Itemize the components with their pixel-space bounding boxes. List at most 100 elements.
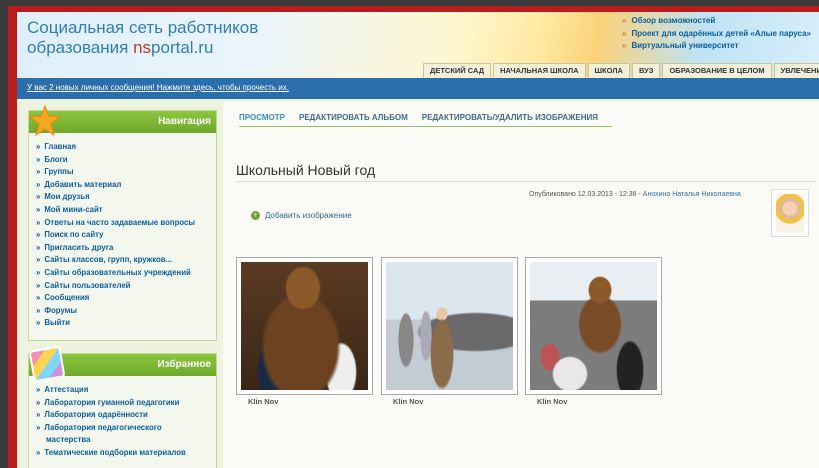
- site-title[interactable]: Социальная сеть работников образования n…: [27, 18, 258, 58]
- bullet-icon: »: [622, 16, 627, 25]
- bullet-icon: »: [36, 192, 41, 202]
- nav-item-groups[interactable]: » Группы: [36, 166, 216, 179]
- tab-hobbies[interactable]: УВЛЕЧЕНИЯ: [773, 63, 819, 79]
- fav-item-thematic-collections[interactable]: » Тематические подборки материалов: [36, 447, 216, 460]
- bullet-icon: »: [36, 267, 41, 277]
- avatar-image: [776, 194, 804, 232]
- top-link-label: Проект для одарённых детей «Алые паруса»: [631, 28, 811, 38]
- bullet-icon: »: [36, 204, 41, 214]
- top-link-overview[interactable]: » Обзор возможностей: [622, 15, 811, 28]
- nav-item-my-friends[interactable]: » Мои друзья: [36, 191, 216, 204]
- fav-item-label: Лаборатория педагогического: [44, 422, 162, 432]
- tab-edit-album[interactable]: РЕДАКТИРОВАТЬ АЛЬБОМ: [299, 110, 408, 126]
- author-link[interactable]: Анохина Наталья Николаевна: [643, 191, 741, 198]
- bullet-icon: »: [36, 217, 41, 227]
- tab-education-general[interactable]: ОБРАЗОВАНИЕ В ЦЕЛОМ: [662, 63, 772, 79]
- bullet-icon: »: [36, 167, 41, 177]
- top-link-virtual-university[interactable]: » Виртуальный университет: [622, 40, 811, 53]
- favorites-panel-header: Избранное: [28, 345, 216, 383]
- fav-item-label: Лаборатория гуманной педагогики: [44, 397, 180, 407]
- photo-image: [386, 262, 513, 390]
- add-image-label: Добавить изображение: [265, 211, 352, 220]
- publish-date: Опубликовано 12.03.2013 - 12:36 -: [529, 191, 643, 198]
- tab-kindergarten[interactable]: ДЕТСКИЙ САД: [423, 63, 492, 79]
- album-tabs: ПРОСМОТР РЕДАКТИРОВАТЬ АЛЬБОМ РЕДАКТИРОВ…: [239, 110, 612, 127]
- album-content: ПРОСМОТР РЕДАКТИРОВАТЬ АЛЬБОМ РЕДАКТИРОВ…: [223, 102, 819, 468]
- nav-item-class-sites[interactable]: » Сайты классов, групп, кружков...: [36, 254, 216, 267]
- photo-caption: Klin Nov: [537, 397, 568, 406]
- tab-primary-school[interactable]: НАЧАЛЬНАЯ ШКОЛА: [493, 63, 586, 79]
- nav-item-label: Главная: [44, 142, 77, 151]
- photos-icon: [28, 345, 66, 383]
- nav-item-label: Сайты образовательных учреждений: [44, 267, 191, 277]
- top-links: » Обзор возможностей » Проект для одарённы…: [622, 15, 811, 53]
- photo-caption: Klin Nov: [248, 397, 279, 406]
- bullet-icon: »: [36, 255, 41, 265]
- top-link-label: Обзор возможностей: [631, 16, 716, 25]
- nav-item-forums[interactable]: » Форумы: [36, 305, 216, 318]
- nav-item-label: Группы: [44, 167, 74, 177]
- nav-item-label: Мой мини-сайт: [44, 204, 103, 214]
- tab-university[interactable]: ВУЗ: [631, 63, 661, 79]
- bullet-icon: »: [622, 28, 627, 38]
- bullet-icon: »: [36, 242, 41, 252]
- nav-item-label: Сайты пользователей: [44, 280, 131, 290]
- fav-item-label: Тематические подборки материалов: [44, 447, 186, 457]
- bullet-icon: »: [622, 41, 627, 50]
- tab-edit-images[interactable]: РЕДАКТИРОВАТЬ/УДАЛИТЬ ИЗОБРАЖЕНИЯ: [422, 110, 598, 126]
- bullet-icon: »: [36, 410, 41, 420]
- top-link-scarlet-sails[interactable]: » Проект для одарённых детей «Алые паруса…: [622, 28, 811, 41]
- fav-item-pedagogical-mastery-lab[interactable]: » Лаборатория педагогического мастерства: [36, 422, 216, 447]
- new-messages-link[interactable]: У вас 2 новых личных сообщения! Нажмите …: [27, 83, 289, 92]
- message-bar: У вас 2 новых личных сообщения! Нажмите …: [17, 78, 819, 99]
- fav-item-label: Аттестация: [44, 385, 89, 394]
- add-image-link[interactable]: + Добавить изображение: [251, 211, 352, 221]
- navigation-panel-header: Навигация: [29, 105, 216, 137]
- star-icon: [29, 105, 61, 137]
- nav-item-user-sites[interactable]: » Сайты пользователей: [36, 280, 216, 293]
- fav-item-humane-pedagogy[interactable]: » Лаборатория гуманной педагогики: [36, 397, 216, 410]
- fav-item-attestation[interactable]: » Аттестация: [36, 384, 216, 397]
- photo-thumbnail[interactable]: [236, 257, 373, 395]
- bullet-icon: »: [36, 447, 41, 457]
- site-title-ns: ns: [133, 38, 152, 57]
- site-title-line2: образования nsportal.ru: [27, 38, 258, 58]
- navigation-panel-title: Навигация: [158, 116, 211, 127]
- photo-caption: Klin Nov: [393, 397, 424, 406]
- nav-item-faq[interactable]: » Ответы на часто задаваемые вопросы: [36, 217, 216, 230]
- nav-item-search[interactable]: » Поиск по сайту: [36, 229, 216, 242]
- favorites-panel-title: Избранное: [157, 359, 211, 370]
- photo-thumbnail[interactable]: [381, 257, 518, 395]
- add-icon: +: [251, 211, 260, 221]
- site-header: Социальная сеть работников образования n…: [17, 12, 819, 79]
- nav-item-add-material[interactable]: » Добавить материал: [36, 179, 216, 192]
- nav-item-invite-friend[interactable]: » Пригласить друга: [36, 242, 216, 255]
- site-title-prefix: образования: [27, 38, 134, 57]
- nav-item-home[interactable]: » Главная: [36, 141, 216, 154]
- publish-info: Опубликовано 12.03.2013 - 12:36 - Анохин…: [529, 191, 741, 198]
- fav-item-giftedness-lab[interactable]: » Лаборатория одарённости: [36, 409, 216, 422]
- bullet-icon: »: [36, 230, 41, 240]
- site-title-line1: Социальная сеть работников: [27, 18, 259, 37]
- bullet-icon: »: [36, 385, 41, 394]
- nav-item-my-minisite[interactable]: » Мой мини-сайт: [36, 204, 216, 217]
- bullet-icon: »: [36, 154, 41, 164]
- tab-view[interactable]: ПРОСМОТР: [239, 110, 285, 126]
- bullet-icon: »: [36, 142, 41, 151]
- bullet-icon: »: [36, 318, 41, 328]
- page: Социальная сеть работников образования n…: [17, 12, 819, 468]
- fav-item-label-cont: мастерства: [46, 435, 91, 445]
- bullet-icon: »: [36, 397, 41, 407]
- avatar[interactable]: [771, 189, 809, 237]
- photo-image: [530, 262, 657, 390]
- site-title-domain: portal.ru: [151, 38, 214, 57]
- photo-image: [241, 262, 368, 390]
- nav-item-blogs[interactable]: » Блоги: [36, 154, 216, 167]
- nav-item-messages[interactable]: » Сообщения: [36, 292, 216, 305]
- nav-item-label: Мои друзья: [44, 192, 90, 202]
- nav-item-institution-sites[interactable]: » Сайты образовательных учреждений: [36, 267, 216, 280]
- tab-school[interactable]: ШКОЛА: [587, 63, 630, 79]
- photo-thumbnail[interactable]: [525, 257, 662, 395]
- category-tabs: ДЕТСКИЙ САД НАЧАЛЬНАЯ ШКОЛА ШКОЛА ВУЗ ОБ…: [423, 63, 819, 79]
- nav-item-logout[interactable]: » Выйти: [36, 317, 216, 330]
